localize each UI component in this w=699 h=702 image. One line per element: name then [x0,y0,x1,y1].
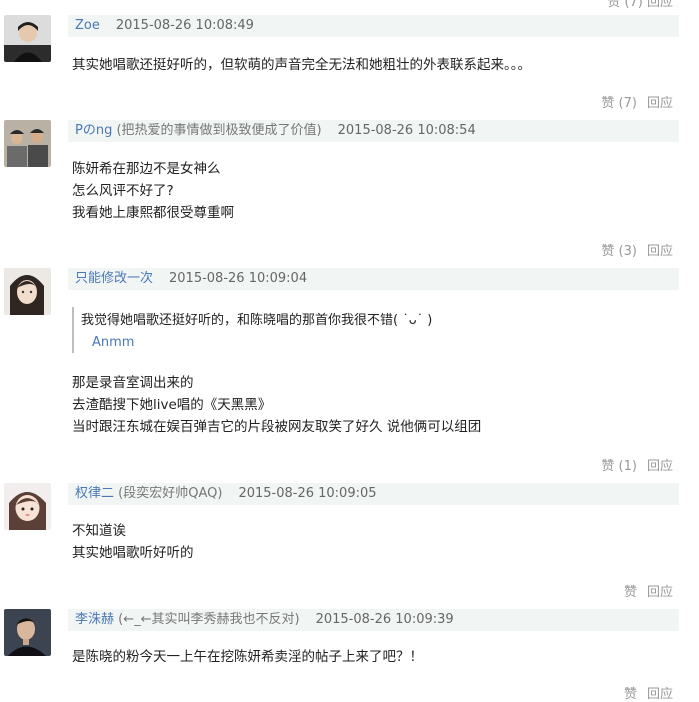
comment-header: Pのng (把热爱的事情做到极致便成了价值) 2015-08-26 10:08:5… [68,120,679,142]
comment-header: Zoe 2015-08-26 10:08:49 [68,15,679,37]
like-button[interactable]: 赞 [624,687,637,702]
avatar[interactable] [4,15,51,62]
avatar[interactable] [4,120,51,167]
like-button[interactable]: 赞 (7) [601,96,637,111]
comment-time: 2015-08-26 10:08:49 [115,18,254,33]
comment-line: 不知道诶 [72,523,126,539]
comment-item: 李洙赫 (←_←其实叫李秀赫我也不反对) 2015-08-26 10:09:39 … [0,609,699,702]
comment-line: 当时跟汪东城在娱百弹吉它的片段被网友取笑了好久 说他俩可以组团 [72,419,482,435]
comment-item: Zoe 2015-08-26 10:08:49 其实她唱歌还挺好听的，但软萌的声音… [0,15,699,115]
comment-line: 那是录音室调出来的 [72,375,194,391]
comment-actions: 赞 (1) 回应 [601,455,673,474]
like-button[interactable]: 赞 (3) [601,244,637,259]
comment-item: 权律二 (段奕宏好帅QAQ) 2015-08-26 10:09:05 不知道诶 其… [0,483,699,603]
comment-actions: 赞 (7) 回应 [601,92,673,111]
username-link[interactable]: Pのng [75,123,112,138]
comment-time: 2015-08-26 10:08:54 [337,123,476,138]
quoted-reply: 我觉得她唱歌还挺好听的，和陈晓唱的那首你我很不错( ˙ᴗ˙ ) Anmm [72,307,524,353]
like-button[interactable]: 赞 (1) [601,459,637,474]
avatar[interactable] [4,609,51,656]
comment-body: 是陈晓的粉今天一上午在挖陈妍希卖淫的帖子上来了吧？！ [72,646,423,668]
quoted-author-link[interactable]: Anmm [92,332,134,354]
comment-header: 权律二 (段奕宏好帅QAQ) 2015-08-26 10:09:05 [68,483,679,505]
comment-line: 其实她唱歌听好听的 [72,545,194,561]
comment-actions: 赞回应 [624,581,673,600]
comment-body: 其实她唱歌还挺好听的，但软萌的声音完全无法和她粗壮的外表联系起来。。。 [72,54,531,76]
reply-button[interactable]: 回应 [647,687,673,702]
username-link[interactable]: Zoe [75,18,100,33]
comment-line: 去渣酷搜下她live唱的《天黑黑》 [72,397,272,413]
previous-comment-actions[interactable]: 赞 (7) 回应 [607,0,673,10]
avatar[interactable] [4,483,51,530]
comment-time: 2015-08-26 10:09:39 [315,612,454,627]
comment-line: 陈妍希在那边不是女神么 [72,161,221,177]
comment-header: 只能修改一次 2015-08-26 10:09:04 [68,268,679,290]
avatar[interactable] [4,268,51,315]
comment-actions: 赞回应 [624,683,673,702]
comment-line: 其实她唱歌还挺好听的，但软萌的声音完全无法和她粗壮的外表联系起来。。。 [72,57,531,73]
quoted-text: 我觉得她唱歌还挺好听的，和陈晓唱的那首你我很不错( ˙ᴗ˙ ) [81,313,433,328]
comment-line: 是陈晓的粉今天一上午在挖陈妍希卖淫的帖子上来了吧？！ [72,649,423,665]
comment-time: 2015-08-26 10:09:05 [238,486,377,501]
username-link[interactable]: 李洙赫 [75,612,114,627]
reply-button[interactable]: 回应 [647,585,673,600]
comment-header: 李洙赫 (←_←其实叫李秀赫我也不反对) 2015-08-26 10:09:39 [68,609,679,631]
previous-comment-fragment: 赞 (7) 回应 [0,0,699,10]
comment-time: 2015-08-26 10:09:04 [169,271,308,286]
username-link[interactable]: 只能修改一次 [75,271,153,286]
comment-body: 那是录音室调出来的 去渣酷搜下她live唱的《天黑黑》 当时跟汪东城在娱百弹吉它… [72,372,481,438]
reply-button[interactable]: 回应 [647,244,673,259]
user-note: (把热爱的事情做到极致便成了价值) [116,123,322,138]
like-button[interactable]: 赞 [624,585,637,600]
comment-line: 我看她上康熙都很受尊重啊 [72,205,234,221]
comment-item: Pのng (把热爱的事情做到极致便成了价值) 2015-08-26 10:08:5… [0,120,699,260]
comment-body: 不知道诶 其实她唱歌听好听的 [72,520,194,564]
comment-actions: 赞 (3) 回应 [601,240,673,259]
user-note: (←_←其实叫李秀赫我也不反对) [118,612,300,627]
username-link[interactable]: 权律二 [75,486,114,501]
reply-button[interactable]: 回应 [647,459,673,474]
comment-body: 陈妍希在那边不是女神么 怎么风评不好了? 我看她上康熙都很受尊重啊 [72,158,234,224]
comment-line: 怎么风评不好了? [72,183,174,199]
reply-button[interactable]: 回应 [647,96,673,111]
user-note: (段奕宏好帅QAQ) [118,486,223,501]
comment-item: 只能修改一次 2015-08-26 10:09:04 我觉得她唱歌还挺好听的，和陈… [0,268,699,474]
